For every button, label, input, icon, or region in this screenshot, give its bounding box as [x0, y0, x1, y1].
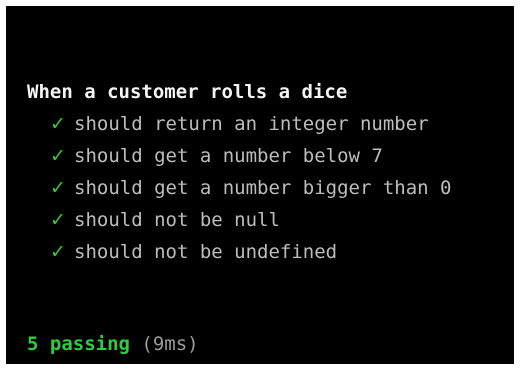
- test-result-row: ✓ should not be undefined: [50, 236, 452, 268]
- test-list: ✓ should return an integer number ✓ should…: [50, 108, 452, 268]
- passing-count: 5 passing: [27, 333, 130, 355]
- check-icon: ✓: [50, 209, 66, 231]
- test-result-row: ✓ should get a number bigger than 0: [50, 172, 452, 204]
- test-label: should get a number bigger than 0: [74, 177, 452, 199]
- test-duration: (9ms): [141, 333, 199, 355]
- test-label: should get a number below 7: [74, 145, 383, 167]
- test-label: should not be null: [74, 209, 280, 231]
- check-icon: ✓: [50, 113, 66, 135]
- test-label: should not be undefined: [74, 241, 338, 263]
- check-icon: ✓: [50, 177, 66, 199]
- test-result-row: ✓ should get a number below 7: [50, 140, 452, 172]
- test-result-row: ✓ should return an integer number: [50, 108, 452, 140]
- test-label: should return an integer number: [74, 113, 429, 135]
- test-result-row: ✓ should not be null: [50, 204, 452, 236]
- test-summary: 5 passing (9ms): [27, 328, 199, 360]
- check-icon: ✓: [50, 241, 66, 263]
- terminal-output: When a customer rolls a dice ✓ should ret…: [6, 6, 514, 364]
- suite-title: When a customer rolls a dice: [27, 81, 348, 103]
- check-icon: ✓: [50, 145, 66, 167]
